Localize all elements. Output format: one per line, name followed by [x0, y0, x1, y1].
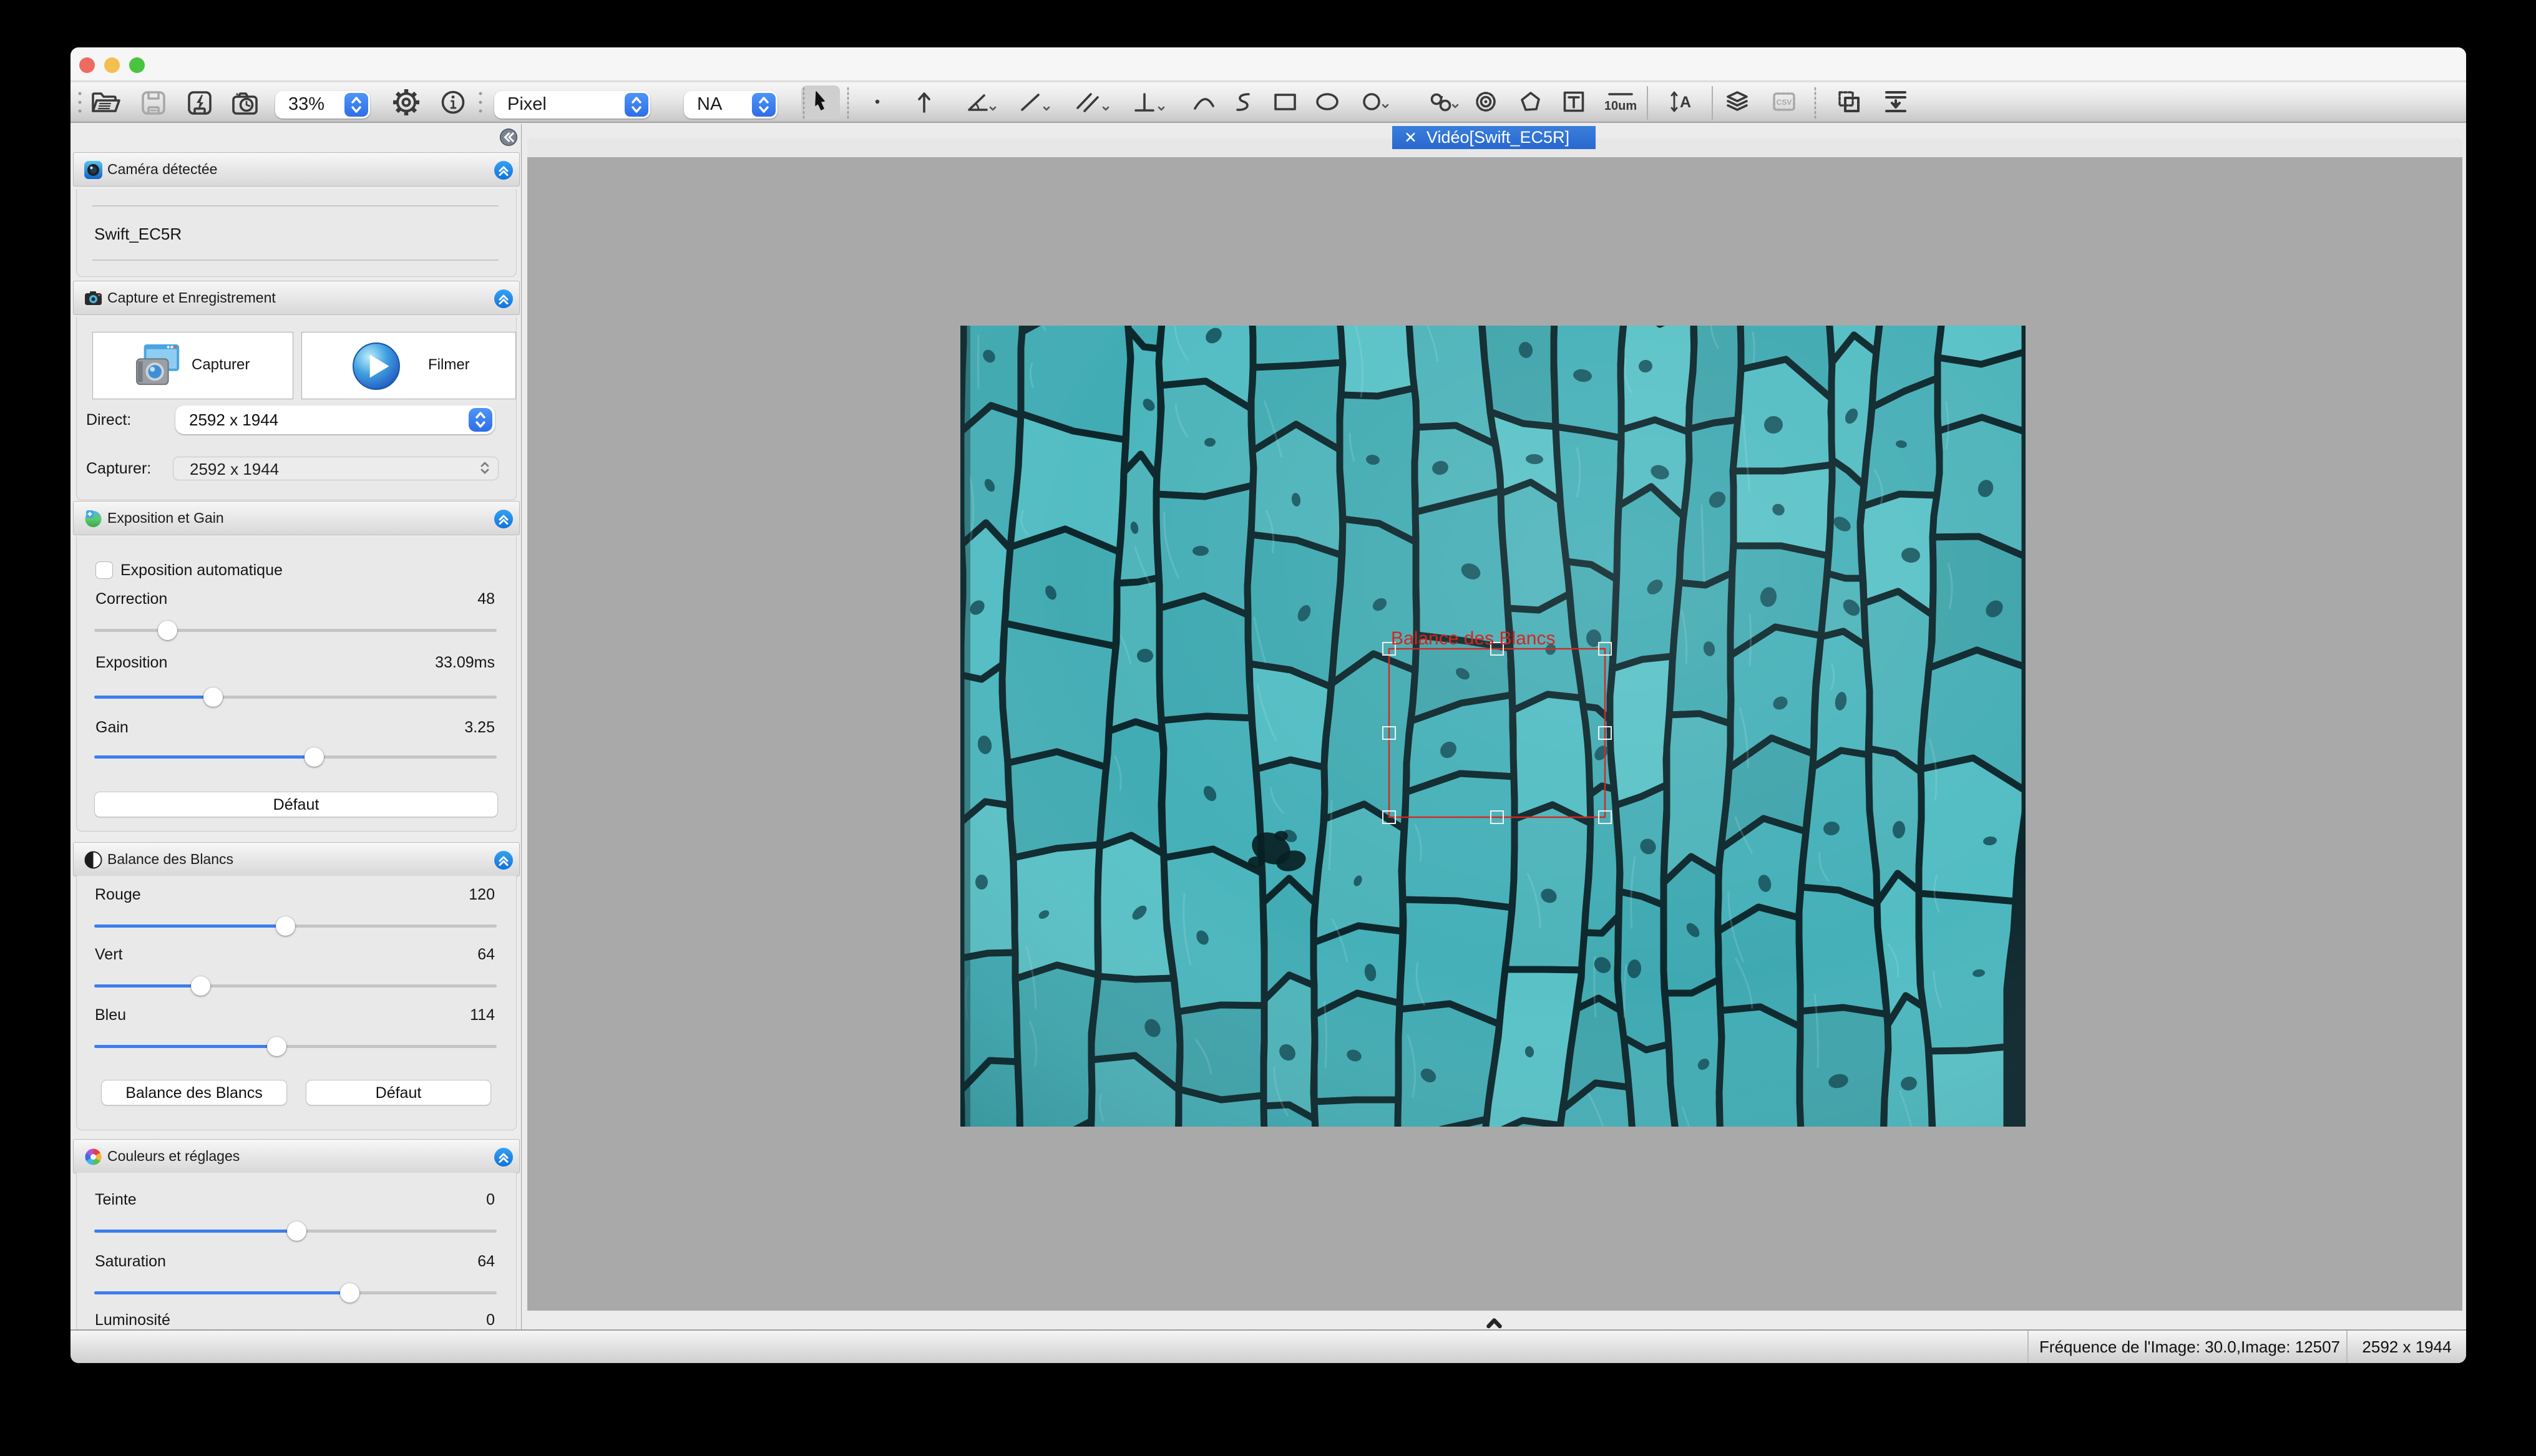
- svg-text:Balance des Blancs: Balance des Blancs: [1391, 628, 1556, 649]
- svg-text:CSV: CSV: [1777, 98, 1792, 107]
- svg-text:A: A: [1680, 94, 1691, 111]
- svg-text:10um: 10um: [1604, 99, 1637, 113]
